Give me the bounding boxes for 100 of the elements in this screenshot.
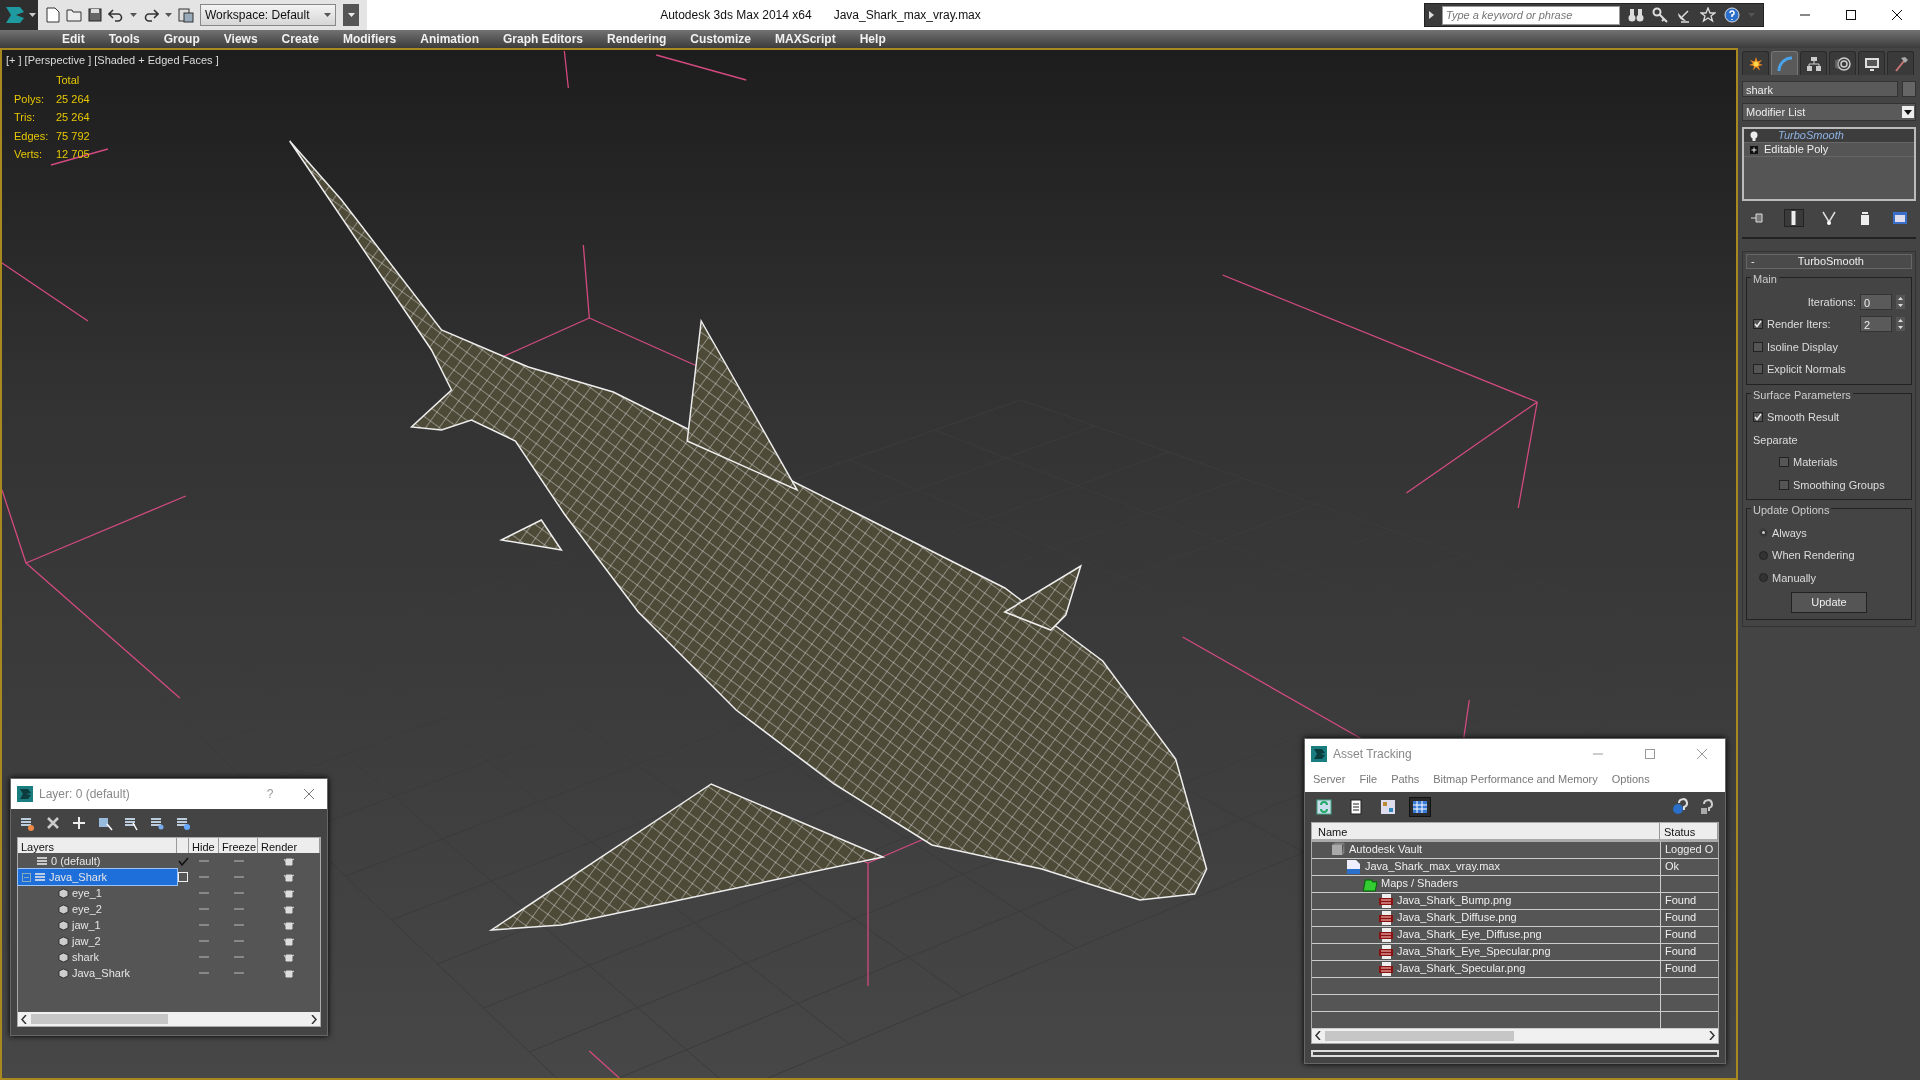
teapot-icon[interactable] (283, 856, 295, 866)
help-globe-icon[interactable] (1671, 797, 1689, 816)
radio-button[interactable] (1759, 550, 1768, 560)
menu-item[interactable]: MAXScript (763, 30, 848, 48)
modifier-stack-item[interactable]: Editable Poly (1744, 143, 1914, 157)
new-file-icon[interactable] (46, 7, 60, 23)
new-layer-icon[interactable] (19, 815, 35, 831)
project-folder-icon[interactable] (178, 7, 194, 23)
layer-row-label[interactable]: Java_Shark (18, 965, 177, 981)
viewport-menu-label[interactable]: [Perspective ] (24, 52, 92, 69)
rollout-header[interactable]: - TurboSmooth (1746, 254, 1912, 269)
viewport-menu-label[interactable]: [Shaded + Edged Faces ] (94, 52, 219, 69)
checkbox[interactable] (1779, 457, 1789, 468)
help-icon[interactable] (1724, 7, 1740, 23)
layer-row-label[interactable]: jaw_1 (18, 917, 177, 933)
layer-row-label[interactable]: Java_Shark (18, 869, 177, 885)
teapot-icon[interactable] (283, 872, 295, 882)
menu-item[interactable]: Tools (96, 30, 152, 48)
star-icon[interactable] (1700, 7, 1716, 23)
panel-tab[interactable] (1800, 51, 1827, 75)
find-layer-icon[interactable] (149, 815, 165, 831)
checkbox[interactable] (1753, 412, 1763, 423)
stack-tool-button[interactable] (1783, 209, 1804, 227)
teapot-icon[interactable] (283, 936, 295, 946)
expand-plus-icon[interactable] (1750, 145, 1758, 154)
column-header[interactable]: Freeze (219, 838, 258, 853)
caret-icon[interactable] (324, 13, 331, 17)
color-swatch[interactable] (1902, 81, 1916, 97)
checkbox[interactable] (1753, 364, 1763, 375)
application-button[interactable] (0, 0, 38, 30)
checkbox[interactable] (1753, 319, 1763, 330)
panel-tab[interactable] (1887, 51, 1914, 75)
column-header[interactable]: Render (258, 838, 320, 853)
column-header[interactable]: Status (1660, 822, 1718, 842)
panel-tab[interactable] (1829, 51, 1856, 75)
horizontal-scrollbar[interactable] (18, 1012, 320, 1026)
workspace-dropdown[interactable]: Workspace: Default (200, 4, 336, 26)
teapot-icon[interactable] (283, 904, 295, 914)
menu-item[interactable]: Views (211, 30, 270, 48)
satellite-dish-icon[interactable] (1676, 7, 1692, 23)
dropdown-button[interactable] (343, 4, 359, 26)
menu-item[interactable]: Customize (678, 30, 763, 48)
column-header[interactable]: Layers (18, 838, 177, 853)
modifier-stack-item[interactable]: TurboSmooth (1744, 129, 1914, 143)
key-icon[interactable] (1652, 7, 1668, 23)
viewport-menu-label[interactable]: [+ ] (6, 52, 22, 69)
menu-item[interactable]: Help (847, 30, 898, 48)
select-objects-icon[interactable] (97, 815, 113, 831)
maximize-icon[interactable] (1846, 10, 1856, 20)
panel-tab[interactable] (1858, 51, 1885, 75)
highlight-layer-icon[interactable] (123, 815, 139, 831)
menu-item[interactable]: Animation (408, 30, 491, 48)
redo-icon[interactable] (143, 8, 159, 22)
object-name-field[interactable]: shark (1742, 81, 1898, 97)
stack-tool-button[interactable] (1819, 209, 1839, 227)
view-button[interactable] (1313, 796, 1335, 817)
binoculars-icon[interactable] (1628, 7, 1644, 23)
empty-box-icon[interactable] (178, 872, 188, 882)
modifier-list-dropdown[interactable]: Modifier List (1742, 103, 1916, 121)
menu-item[interactable]: Paths (1391, 771, 1420, 788)
layer-row-label[interactable]: jaw_2 (18, 933, 177, 949)
update-button[interactable]: Update (1791, 592, 1867, 613)
spinner-arrows-icon[interactable] (1896, 317, 1905, 332)
layer-row-label[interactable]: eye_1 (18, 885, 177, 901)
number-field[interactable]: 2 (1860, 316, 1892, 333)
menu-item[interactable]: Create (269, 30, 331, 48)
menu-item[interactable]: Edit (50, 30, 97, 48)
radio-button[interactable] (1759, 528, 1768, 538)
menu-item[interactable]: Rendering (595, 30, 679, 48)
add-icon[interactable] (71, 815, 87, 831)
save-icon[interactable] (88, 8, 102, 22)
teapot-icon[interactable] (283, 888, 295, 898)
open-folder-icon[interactable] (66, 8, 82, 22)
menu-item[interactable]: Server (1313, 771, 1346, 788)
menu-item[interactable]: Bitmap Performance and Memory (1433, 771, 1598, 788)
column-header[interactable]: Hide (189, 838, 219, 853)
menu-item[interactable]: File (1359, 771, 1378, 788)
layer-row-label[interactable]: eye_2 (18, 901, 177, 917)
close-icon[interactable] (1892, 10, 1902, 20)
view-button[interactable] (1409, 796, 1431, 817)
freeze-layers-icon[interactable] (175, 815, 191, 831)
teapot-icon[interactable] (283, 920, 295, 930)
menu-item[interactable]: Options (1611, 771, 1650, 788)
layer-row-label[interactable]: 0 (default) (18, 853, 177, 869)
panel-tab[interactable] (1742, 51, 1769, 75)
number-field[interactable]: 0 (1860, 293, 1892, 310)
radio-button[interactable] (1759, 573, 1768, 583)
search-field[interactable]: Type a keyword or phrase (1442, 5, 1620, 25)
stack-tool-button[interactable] (1890, 209, 1910, 227)
expand-arrow-icon[interactable] (1429, 11, 1434, 19)
teapot-icon[interactable] (283, 952, 295, 962)
teapot-icon[interactable] (283, 968, 295, 978)
spinner-arrows-icon[interactable] (1896, 294, 1905, 309)
layer-row-label[interactable]: shark (18, 949, 177, 965)
caret-icon[interactable] (130, 13, 137, 17)
menu-item[interactable]: Modifiers (330, 30, 409, 48)
checkbox[interactable] (1753, 341, 1763, 352)
check-icon[interactable] (177, 856, 189, 866)
menu-item[interactable]: Graph Editors (490, 30, 595, 48)
undo-icon[interactable] (108, 8, 124, 22)
